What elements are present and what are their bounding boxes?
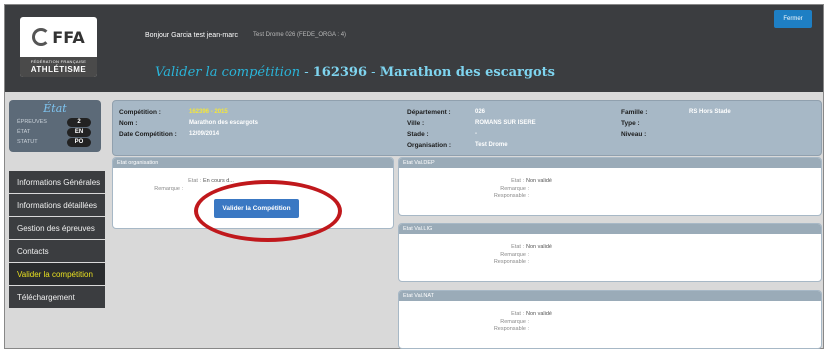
status-row-epreuves: ÉPREUVES 2 xyxy=(17,118,97,127)
sidebar-item-telechargement[interactable]: Téléchargement xyxy=(9,286,105,308)
type-label: Type : xyxy=(621,120,640,127)
app-window: FFA FÉDÉRATION FRANÇAISE ATHLÉTISME Bonj… xyxy=(4,4,824,349)
dep-etat-value: Non validé xyxy=(526,178,552,184)
organisation-label: Organisation : xyxy=(407,142,452,149)
competition-number: 162396 xyxy=(312,65,368,80)
competition-name: Marathon des escargots xyxy=(379,65,555,80)
panel-title: Etat Val.DEP xyxy=(399,158,821,168)
status-badge: 2 xyxy=(67,118,91,127)
competition-label: Compétition : xyxy=(119,109,161,116)
panel-etat-val-nat: Etat Val.NAT Etat : Non validé Remarque :… xyxy=(398,290,822,349)
status-row-statut: STATUT PO xyxy=(17,138,97,147)
panel-etat-organisation: Etat organisation Etat : En cours d... Re… xyxy=(112,157,394,229)
panel-title: Etat organisation xyxy=(113,158,393,168)
lig-etat-value: Non validé xyxy=(526,244,552,250)
logo-main-text: ATHLÉTISME xyxy=(30,65,87,74)
sidebar-item-informations-generales[interactable]: Informations Générales xyxy=(9,171,105,193)
panel-title: Etat Val.NAT xyxy=(399,291,821,301)
user-greeting: Bonjour Garcia test jean-marc xyxy=(145,32,238,39)
logo-sub-text: FÉDÉRATION FRANÇAISE xyxy=(30,59,87,64)
status-badge: EN xyxy=(67,128,91,137)
status-summary: État ÉPREUVES 2 ÉTAT EN STATUT PO xyxy=(9,100,101,152)
competition-info-bar: Compétition : 162396 - 2015 Nom : Marath… xyxy=(112,100,822,156)
panel-etat-val-dep: Etat Val.DEP Etat : Non validé Remarque :… xyxy=(398,157,822,216)
stade-label: Stade : xyxy=(407,131,429,138)
nom-value: Marathon des escargots xyxy=(189,120,259,126)
ville-label: Ville : xyxy=(407,120,425,127)
date-label: Date Compétition : xyxy=(119,131,177,138)
ville-value: ROMANS SUR ISERE xyxy=(475,120,536,126)
famille-value: RS Hors Stade xyxy=(689,109,731,115)
sidebar-item-informations-detaillees[interactable]: Informations détaillées xyxy=(9,194,105,216)
panel-etat-val-lig: Etat Val.LIG Etat : Non validé Remarque :… xyxy=(398,223,822,282)
nom-label: Nom : xyxy=(119,120,138,127)
panel-title: Etat Val.LIG xyxy=(399,224,821,234)
ffa-logo: FFA FÉDÉRATION FRANÇAISE ATHLÉTISME xyxy=(20,17,97,77)
famille-label: Famille : xyxy=(621,109,648,116)
status-badge: PO xyxy=(67,138,91,147)
departement-label: Département : xyxy=(407,109,451,116)
user-organisation: Test Drome 026 (FEDE_ORGA : 4) xyxy=(253,32,347,38)
sidebar-item-valider-competition[interactable]: Valider la compétition xyxy=(9,263,105,285)
status-title: État xyxy=(43,102,67,115)
org-etat-value: En cours d... xyxy=(203,178,234,184)
ffa-swirl-icon xyxy=(32,28,51,46)
departement-value: 026 xyxy=(475,109,486,115)
status-row-etat: ÉTAT EN xyxy=(17,128,97,137)
close-button[interactable]: Fermer xyxy=(774,10,812,28)
valider-competition-button[interactable]: Valider la Compétition xyxy=(214,199,299,218)
nat-etat-value: Non validé xyxy=(526,311,552,317)
niveau-label: Niveau : xyxy=(621,131,647,138)
org-etat-row: Etat : En cours d... xyxy=(188,178,234,184)
sidebar-item-contacts[interactable]: Contacts xyxy=(9,240,105,262)
organisation-value: Test Drome xyxy=(475,142,508,148)
header-bar: FFA FÉDÉRATION FRANÇAISE ATHLÉTISME Bonj… xyxy=(5,5,823,92)
stade-value: - xyxy=(475,131,477,137)
org-remarque-row: Remarque : xyxy=(154,186,183,192)
sidebar-item-gestion-epreuves[interactable]: Gestion des épreuves xyxy=(9,217,105,239)
date-value: 12/09/2014 xyxy=(189,131,220,137)
logo-top-text: FFA xyxy=(52,27,85,47)
page-title: Valider la compétition - 162396 - Marath… xyxy=(155,65,555,80)
competition-value: 162396 - 2015 xyxy=(189,109,228,115)
